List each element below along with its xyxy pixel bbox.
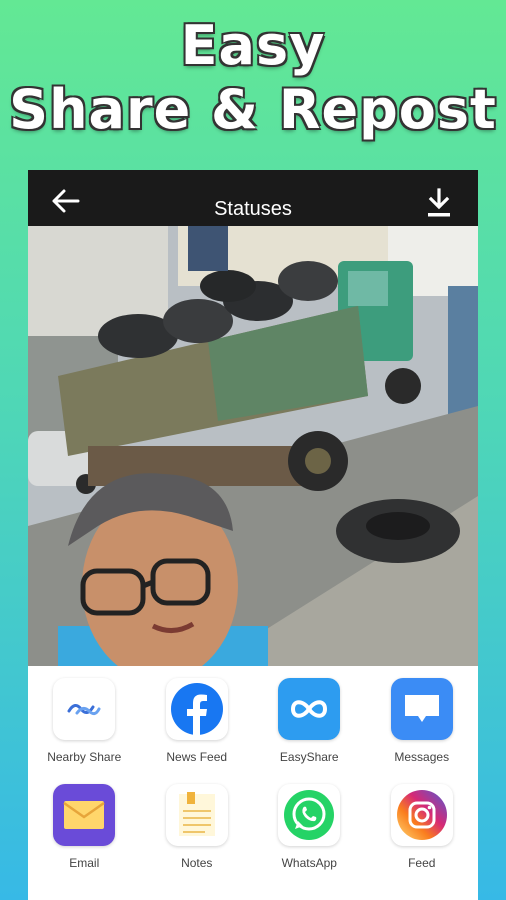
share-app-label: WhatsApp [281,856,337,870]
phone-screen: Statuses Nearby Share News Feed EasyShar… [28,170,478,900]
share-sheet: Nearby Share News Feed EasyShare Message… [28,666,478,900]
share-app-nearby-share[interactable]: Nearby Share [28,678,141,764]
share-app-label: Messages [394,750,450,764]
share-app-notes[interactable]: Notes [141,784,254,870]
share-app-label: Feed [408,856,436,870]
whatsapp-icon [278,784,341,846]
email-icon [53,784,116,846]
page-title: Statuses [214,198,292,220]
download-icon[interactable] [426,188,452,218]
share-app-easyshare[interactable]: EasyShare [253,678,366,764]
share-app-news-feed[interactable]: News Feed [141,678,254,764]
share-app-label: Notes [181,856,213,870]
headline-line-1: Easy [180,14,326,77]
status-photo[interactable] [28,226,478,666]
notes-icon [165,784,228,846]
status-photo-image [28,226,478,666]
app-bar: Statuses [28,170,478,226]
share-app-messages[interactable]: Messages [366,678,479,764]
promo-headline: Easy Share & Repost [0,14,506,142]
nearby-share-icon [53,678,116,740]
facebook-icon [165,678,228,740]
share-app-label: EasyShare [279,750,339,764]
messages-icon [390,678,453,740]
share-app-label: Email [69,856,100,870]
headline-line-2: Share & Repost [9,78,497,141]
share-app-label: News Feed [166,750,228,764]
easyshare-icon [278,678,341,740]
share-app-whatsapp[interactable]: WhatsApp [253,784,366,870]
share-app-label: Nearby Share [47,750,122,764]
instagram-icon [390,784,453,846]
share-app-email[interactable]: Email [28,784,141,870]
share-app-feed[interactable]: Feed [366,784,479,870]
share-app-grid: Nearby Share News Feed EasyShare Message… [28,678,478,870]
